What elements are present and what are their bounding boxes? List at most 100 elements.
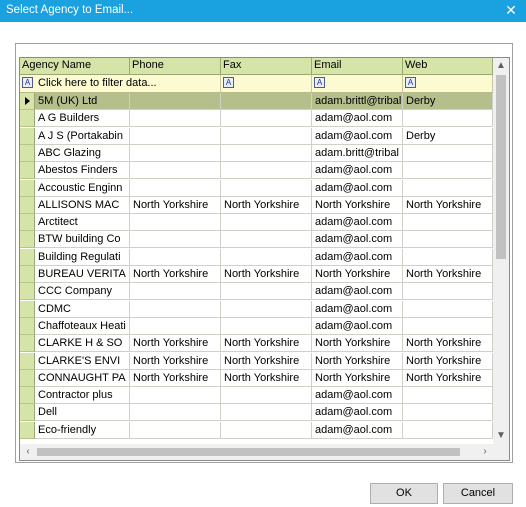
cell-agency-name[interactable]: Contractor plus <box>35 387 130 404</box>
cell-fax[interactable]: North Yorkshire <box>221 266 312 283</box>
cell-web[interactable] <box>403 404 493 421</box>
cell-web[interactable] <box>403 249 493 266</box>
cell-web[interactable]: North Yorkshire <box>403 370 493 387</box>
table-row[interactable]: CCC Company adam@aol.com <box>20 283 493 300</box>
cell-fax[interactable]: North Yorkshire <box>221 335 312 352</box>
row-selector[interactable] <box>20 370 35 387</box>
table-row[interactable]: BUREAU VERITA North Yorkshire North Yorksh… <box>20 266 493 283</box>
scroll-up-icon[interactable]: ▲ <box>493 58 509 74</box>
cell-email[interactable]: adam@aol.com <box>312 422 403 439</box>
cell-fax[interactable]: North Yorkshire <box>221 370 312 387</box>
cell-agency-name[interactable]: A G Builders <box>35 110 130 127</box>
cell-fax[interactable]: North Yorkshire <box>221 353 312 370</box>
filter-cell-web[interactable]: A <box>403 75 493 92</box>
cell-fax[interactable] <box>221 180 312 197</box>
row-selector[interactable] <box>20 128 35 145</box>
cell-email[interactable]: North Yorkshire <box>312 335 403 352</box>
cell-fax[interactable] <box>221 404 312 421</box>
cell-agency-name[interactable]: Abestos Finders <box>35 162 130 179</box>
cell-fax[interactable] <box>221 145 312 162</box>
cell-phone[interactable]: North Yorkshire <box>130 197 221 214</box>
row-selector[interactable] <box>20 353 35 370</box>
cell-agency-name[interactable]: BUREAU VERITA <box>35 266 130 283</box>
close-icon[interactable]: ✕ <box>496 0 526 22</box>
cell-email[interactable]: adam@aol.com <box>312 283 403 300</box>
cell-phone[interactable] <box>130 93 221 110</box>
cell-phone[interactable] <box>130 128 221 145</box>
horizontal-scroll-thumb[interactable] <box>37 448 460 456</box>
cell-email[interactable]: adam@aol.com <box>312 231 403 248</box>
filter-icon[interactable]: A <box>22 77 33 88</box>
cell-agency-name[interactable]: CLARKE H & SO <box>35 335 130 352</box>
scroll-right-icon[interactable]: › <box>477 444 493 460</box>
cell-agency-name[interactable]: Building Regulati <box>35 249 130 266</box>
row-selector[interactable] <box>20 214 35 231</box>
table-row[interactable]: CLARKE'S ENVI North Yorkshire North Yorksh… <box>20 353 493 370</box>
row-selector[interactable] <box>20 283 35 300</box>
column-header-fax[interactable]: Fax <box>221 58 312 74</box>
cell-email[interactable]: adam@aol.com <box>312 110 403 127</box>
cell-email[interactable]: North Yorkshire <box>312 197 403 214</box>
filter-icon[interactable]: A <box>314 77 325 88</box>
cell-agency-name[interactable]: 5M (UK) Ltd <box>35 93 130 110</box>
cell-email[interactable]: adam@aol.com <box>312 301 403 318</box>
cell-agency-name[interactable]: Accoustic Enginn <box>35 180 130 197</box>
column-header-web[interactable]: Web <box>403 58 493 74</box>
filter-cell-agency-phone[interactable]: A Click here to filter data... <box>20 75 221 92</box>
filter-cell-email[interactable]: A <box>312 75 403 92</box>
vertical-scrollbar[interactable]: ▲ ▼ <box>493 58 509 444</box>
cell-agency-name[interactable]: ABC Glazing <box>35 145 130 162</box>
scroll-left-icon[interactable]: ‹ <box>20 444 36 460</box>
column-header-phone[interactable]: Phone <box>130 58 221 74</box>
cell-email[interactable]: North Yorkshire <box>312 266 403 283</box>
table-row[interactable]: ALLISONS MAC North Yorkshire North Yorkshi… <box>20 197 493 214</box>
cell-email[interactable]: adam@aol.com <box>312 404 403 421</box>
cell-phone[interactable] <box>130 180 221 197</box>
horizontal-scrollbar[interactable]: ‹ › <box>20 444 493 460</box>
cell-phone[interactable] <box>130 301 221 318</box>
cell-email[interactable]: adam@aol.com <box>312 214 403 231</box>
cell-fax[interactable] <box>221 283 312 300</box>
cell-agency-name[interactable]: CDMC <box>35 301 130 318</box>
cell-email[interactable]: adam.brittl@tribal <box>312 93 403 110</box>
cell-fax[interactable] <box>221 93 312 110</box>
cell-phone[interactable] <box>130 387 221 404</box>
row-selector[interactable] <box>20 249 35 266</box>
cell-web[interactable] <box>403 214 493 231</box>
table-row[interactable]: A G Builders adam@aol.com <box>20 110 493 127</box>
cell-agency-name[interactable]: Eco-friendly <box>35 422 130 439</box>
cell-phone[interactable] <box>130 249 221 266</box>
cell-web[interactable]: Derby <box>403 128 493 145</box>
column-header-agency-name[interactable]: Agency Name <box>20 58 130 74</box>
filter-cell-fax[interactable]: A <box>221 75 312 92</box>
cell-web[interactable]: North Yorkshire <box>403 266 493 283</box>
cell-web[interactable] <box>403 180 493 197</box>
cell-web[interactable] <box>403 422 493 439</box>
filter-icon[interactable]: A <box>223 77 234 88</box>
table-row[interactable]: Abestos Finders adam@aol.com <box>20 162 493 179</box>
cell-email[interactable]: North Yorkshire <box>312 353 403 370</box>
cell-fax[interactable] <box>221 231 312 248</box>
scroll-down-icon[interactable]: ▼ <box>493 428 509 444</box>
cancel-button[interactable]: Cancel <box>443 483 513 504</box>
row-selector[interactable] <box>20 197 35 214</box>
cell-email[interactable]: adam@aol.com <box>312 387 403 404</box>
table-row[interactable]: CLARKE H & SO North Yorkshire North Yorksh… <box>20 335 493 352</box>
cell-phone[interactable] <box>130 404 221 421</box>
cell-email[interactable]: adam@aol.com <box>312 249 403 266</box>
cell-phone[interactable] <box>130 145 221 162</box>
cell-fax[interactable] <box>221 301 312 318</box>
cell-phone[interactable] <box>130 422 221 439</box>
cell-email[interactable]: adam.britt@tribal <box>312 145 403 162</box>
cell-agency-name[interactable]: BTW building Co <box>35 231 130 248</box>
table-row[interactable]: ABC Glazing adam.britt@tribal <box>20 145 493 162</box>
cell-phone[interactable] <box>130 214 221 231</box>
cell-fax[interactable] <box>221 249 312 266</box>
cell-fax[interactable]: North Yorkshire <box>221 197 312 214</box>
cell-web[interactable]: North Yorkshire <box>403 335 493 352</box>
cell-phone[interactable] <box>130 318 221 335</box>
cell-web[interactable]: North Yorkshire <box>403 197 493 214</box>
cell-fax[interactable] <box>221 162 312 179</box>
cell-fax[interactable] <box>221 387 312 404</box>
cell-web[interactable] <box>403 162 493 179</box>
